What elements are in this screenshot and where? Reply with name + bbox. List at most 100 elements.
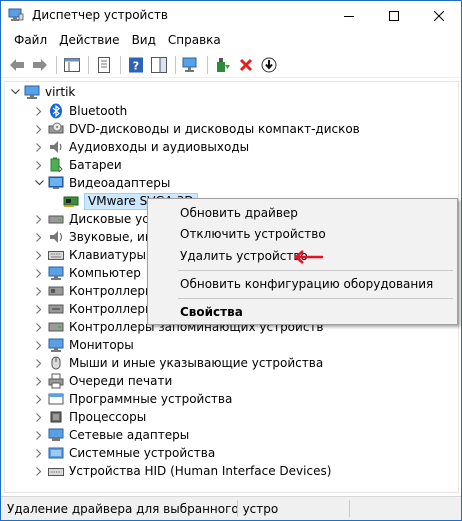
collapse-chevron-icon[interactable] (9, 83, 21, 101)
uninstall-device-button[interactable] (235, 54, 257, 76)
collapse-chevron-icon[interactable] (33, 174, 45, 192)
tree-item-label: Мониторы (69, 338, 134, 352)
sound-icon (50, 231, 62, 243)
expand-chevron-icon[interactable] (33, 264, 45, 282)
expand-chevron-icon[interactable] (33, 138, 45, 156)
menu-help[interactable]: Справка (162, 31, 227, 50)
status-divider (349, 500, 350, 517)
tree-item-processors[interactable]: Процессоры (33, 408, 146, 426)
red-x-icon (239, 58, 253, 71)
status-divider (237, 500, 238, 517)
minimize-button[interactable] (326, 1, 371, 30)
tree-item-display-adapters[interactable]: Видеоадаптеры (33, 174, 170, 192)
help-icon: ? (129, 57, 143, 72)
tree-item-label: Видеоадаптеры (69, 176, 171, 190)
action-pane-icon (151, 56, 167, 73)
title-bar[interactable]: Диспетчер устройств (1, 1, 461, 30)
expand-chevron-icon[interactable] (33, 102, 45, 120)
tree-item-network-adapters[interactable]: Сетевые адаптеры (33, 426, 189, 444)
status-bar: Удаление драйвера для выбранного устро (1, 496, 461, 520)
display-adapter-icon (63, 196, 79, 207)
forward-button[interactable] (29, 54, 51, 76)
battery-icon (50, 157, 63, 173)
menu-bar: Файл Действие Вид Справка (1, 30, 461, 51)
tree-item-batteries[interactable]: Батареи (33, 156, 122, 174)
tree-item-label: Процессоры (69, 410, 147, 424)
bluetooth-icon (50, 103, 62, 119)
expand-chevron-icon[interactable] (33, 318, 45, 336)
tree-item-system-devices[interactable]: Системные устройства (33, 444, 215, 462)
ctx-properties[interactable]: Свойства (180, 302, 243, 322)
expand-chevron-icon[interactable] (33, 282, 45, 300)
computer-icon (48, 266, 64, 280)
window-title: Диспетчер устройств (32, 8, 169, 22)
expand-chevron-icon[interactable] (33, 156, 45, 174)
keyboard-icon (48, 251, 64, 260)
tree-root[interactable]: virtik (9, 83, 75, 101)
ctx-update-driver[interactable]: Обновить драйвер (180, 203, 298, 223)
expand-chevron-icon[interactable] (33, 246, 45, 264)
tree-item-mice[interactable]: Мыши и иные указывающие устройства (33, 354, 323, 372)
properties-toolbar-button[interactable] (93, 54, 115, 76)
tree-item-label: Программные устройства (69, 392, 233, 406)
software-device-icon (48, 393, 64, 405)
expand-chevron-icon[interactable] (33, 390, 45, 408)
close-icon (433, 10, 444, 21)
tree-item-monitors[interactable]: Мониторы (33, 336, 134, 354)
tree-item-computer[interactable]: Компьютер (33, 264, 141, 282)
toolbar: ? (1, 52, 461, 78)
tree-item-hid[interactable]: Устройства HID (Human Interface Devices) (33, 462, 331, 480)
show-hide-console-tree-button[interactable] (61, 54, 83, 76)
ctx-uninstall-device[interactable]: Удалить устройство (180, 246, 308, 266)
tree-item-label: Устройства HID (Human Interface Devices) (69, 464, 332, 478)
tree-item-keyboards[interactable]: Клавиатуры (33, 246, 146, 264)
network-adapter-icon (48, 428, 64, 441)
tree-item-label: DVD-дисководы и дисководы компакт-дисков (69, 122, 360, 136)
tree-item-label: Аудиовходы и аудиовыходы (69, 140, 250, 154)
hid-icon (48, 468, 64, 476)
expand-chevron-icon[interactable] (33, 408, 45, 426)
disk-drive-icon (48, 215, 64, 224)
tree-item-label: Сетевые адаптеры (69, 428, 190, 442)
toolbar-separator (207, 55, 208, 74)
back-arrow-icon (10, 58, 24, 71)
ctx-disable-device[interactable]: Отключить устройство (180, 224, 326, 244)
update-driver-icon (217, 57, 230, 72)
tree-item-label: Системные устройства (69, 446, 216, 460)
tree-item-dvd[interactable]: DVD-дисководы и дисководы компакт-дисков (33, 120, 360, 138)
scan-monitor-icon (182, 57, 197, 72)
update-driver-button[interactable] (212, 54, 234, 76)
expand-chevron-icon[interactable] (33, 444, 45, 462)
storage-controller-icon (48, 322, 64, 332)
close-button[interactable] (416, 1, 461, 30)
maximize-button[interactable] (371, 1, 416, 30)
expand-chevron-icon[interactable] (33, 336, 45, 354)
tree-item-bluetooth[interactable]: Bluetooth (33, 102, 127, 120)
expand-chevron-icon[interactable] (33, 210, 45, 228)
expand-chevron-icon[interactable] (33, 120, 45, 138)
toolbar-separator (88, 55, 89, 74)
enable-device-button[interactable] (258, 54, 280, 76)
download-arrow-icon (261, 57, 277, 72)
forward-arrow-icon (33, 58, 47, 71)
expand-chevron-icon[interactable] (33, 300, 45, 318)
expand-chevron-icon[interactable] (33, 462, 45, 480)
menu-view[interactable]: Вид (126, 31, 162, 50)
expand-chevron-icon[interactable] (33, 228, 45, 246)
action-pane-button[interactable] (148, 54, 170, 76)
menu-action[interactable]: Действие (53, 31, 125, 50)
ctx-scan-hardware[interactable]: Обновить конфигурацию оборудования (180, 274, 433, 294)
back-button[interactable] (6, 54, 28, 76)
tree-item-audio-io[interactable]: Аудиовходы и аудиовыходы (33, 138, 249, 156)
expand-chevron-icon[interactable] (33, 372, 45, 390)
menu-file[interactable]: Файл (8, 31, 53, 50)
expand-chevron-icon[interactable] (33, 426, 45, 444)
help-toolbar-button[interactable]: ? (125, 54, 147, 76)
expand-chevron-icon[interactable] (33, 354, 45, 372)
scan-hardware-button[interactable] (180, 54, 202, 76)
display-adapter-icon (48, 176, 64, 189)
tree-item-print-queues[interactable]: Очереди печати (33, 372, 172, 390)
usb-controller-icon (48, 304, 64, 314)
tree-item-software-devices[interactable]: Программные устройства (33, 390, 232, 408)
monitor-icon (48, 338, 64, 352)
